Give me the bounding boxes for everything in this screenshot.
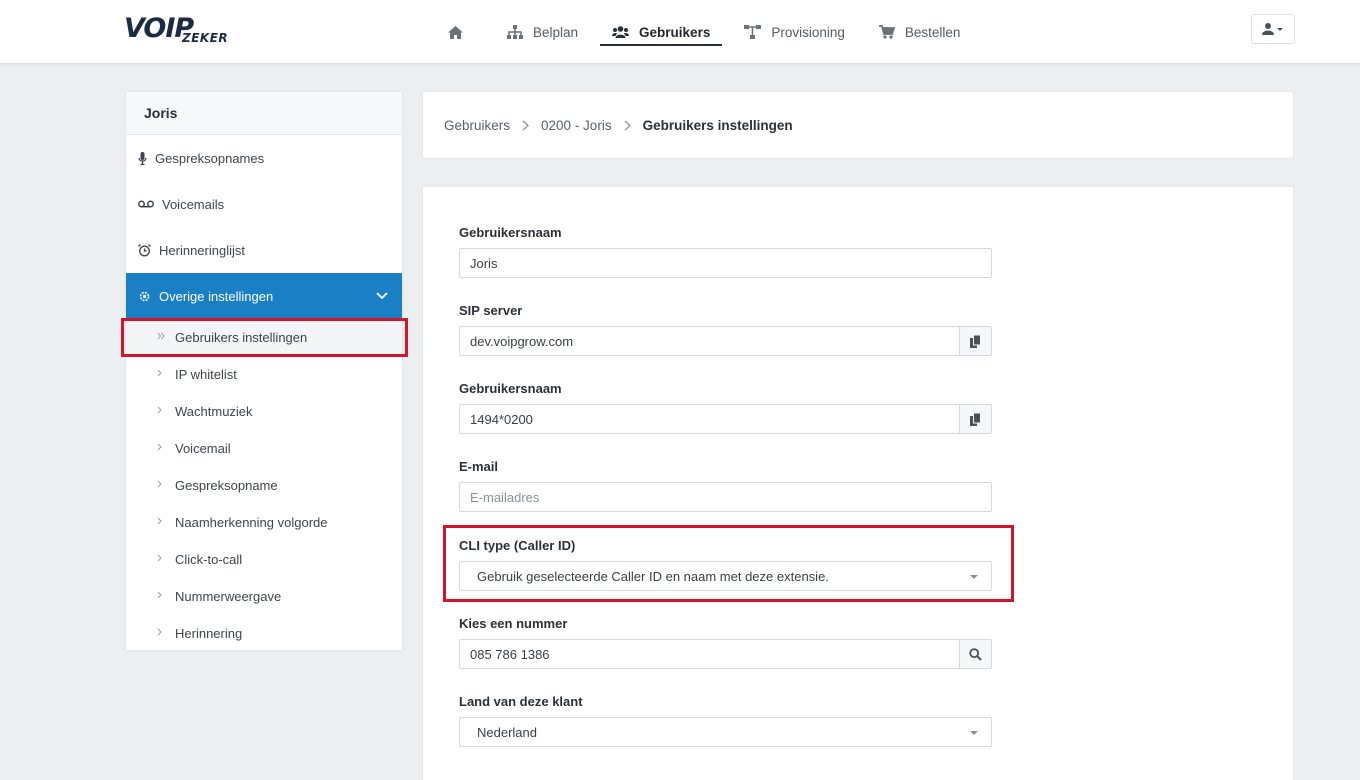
sidebar-sub-label: Gespreksopname [175, 478, 278, 493]
chevron-right-icon [624, 120, 631, 130]
nav-provisioning[interactable]: Provisioning [732, 0, 857, 64]
sitemap-icon [507, 25, 523, 39]
sidebar-sub-nummerweergave[interactable]: Nummerweergave [126, 578, 402, 615]
sidebar-sub-wachtmuziek[interactable]: Wachtmuziek [126, 393, 402, 430]
sidebar-sub-ip-whitelist[interactable]: IP whitelist [126, 356, 402, 393]
nav-belplan-label: Belplan [533, 24, 579, 40]
home-icon [448, 25, 463, 39]
breadcrumb-item-user[interactable]: 0200 - Joris [541, 118, 612, 133]
sip-username-field-group: Gebruikersnaam 1494*0200 [459, 381, 992, 434]
sidebar-sub-naamherkenning-volgorde[interactable]: Naamherkenning volgorde [126, 504, 402, 541]
username-label: Gebruikersnaam [459, 225, 562, 240]
sidebar-sub-gespreksopname[interactable]: Gespreksopname [126, 467, 402, 504]
nav-belplan[interactable]: Belplan [495, 0, 590, 64]
sidebar-sub-herinnering[interactable]: Herinnering [126, 615, 402, 652]
nav-bestellen-label: Bestellen [904, 24, 961, 40]
sidebar-item-label: Voicemails [162, 196, 225, 212]
nav-gebruikers-label: Gebruikers [639, 24, 711, 40]
copy-icon [970, 334, 981, 348]
sidebar-sub-label: Nummerweergave [175, 589, 282, 604]
sidebar-item-overige-instellingen[interactable]: Overige instellingen [126, 273, 402, 319]
chevron-right-icon [157, 517, 162, 525]
dropdown-caret-icon [970, 731, 978, 735]
sip-username-input[interactable]: 1494*0200 [459, 404, 960, 434]
breadcrumb-current: Gebruikers instellingen [642, 117, 793, 133]
gear-icon [139, 291, 150, 301]
copy-sip-server-button[interactable] [960, 326, 992, 356]
sidebar: Joris Gespreksopnames Voicemails Herinne… [125, 91, 403, 651]
sidebar-item-label: Herinneringlijst [159, 242, 245, 258]
chevron-right-icon [157, 369, 162, 377]
sidebar-sub-label: Naamherkenning volgorde [175, 515, 328, 530]
sidebar-sub-voicemail[interactable]: Voicemail [126, 430, 402, 467]
number-label: Kies een nummer [459, 616, 568, 631]
copy-sip-username-button[interactable] [960, 404, 992, 434]
copy-icon [970, 412, 981, 426]
chevron-right-icon [157, 406, 162, 414]
nav-provisioning-label: Provisioning [771, 24, 845, 40]
user-settings-form: Gebruikersnaam Joris SIP server dev.voip… [422, 186, 1294, 780]
highlight-box-sidebar [121, 318, 408, 357]
number-field-group: Kies een nummer 085 786 1386 [459, 616, 992, 669]
email-field-group: E-mail E-mailadres [459, 459, 992, 512]
country-label: Land van deze klant [459, 694, 583, 709]
sip-server-input[interactable]: dev.voipgrow.com [459, 326, 960, 356]
sidebar-sub-label: Herinnering [175, 626, 243, 641]
sidebar-item-label: Overige instellingen [159, 288, 274, 304]
breadcrumb: Gebruikers 0200 - Joris Gebruikers inste… [422, 91, 1294, 159]
number-input[interactable]: 085 786 1386 [459, 639, 960, 669]
username-field-group: Gebruikersnaam Joris [459, 225, 992, 278]
chevron-right-icon [157, 628, 162, 636]
username-input[interactable]: Joris [459, 248, 992, 278]
main-nav: Belplan Gebruikers Provisioning Bestelle… [436, 0, 982, 64]
sip-username-label: Gebruikersnaam [459, 381, 562, 396]
country-field-group: Land van deze klant Nederland [459, 694, 992, 747]
email-label: E-mail [459, 459, 499, 474]
microphone-icon [138, 151, 147, 165]
nav-bestellen[interactable]: Bestellen [867, 0, 973, 64]
voicemail-icon [138, 200, 154, 208]
sidebar-sub-label: Voicemail [175, 441, 231, 456]
chevron-right-icon [157, 554, 162, 562]
sidebar-sub-click-to-call[interactable]: Click-to-call [126, 541, 402, 578]
search-icon [969, 647, 982, 661]
nav-gebruikers[interactable]: Gebruikers [600, 0, 723, 64]
country-value: Nederland [477, 724, 537, 740]
sidebar-title: Joris [126, 92, 402, 135]
nav-home[interactable] [436, 0, 485, 64]
chevron-down-icon[interactable] [376, 292, 388, 300]
highlight-box-cli-type [443, 525, 1014, 602]
chevron-right-icon [157, 443, 162, 451]
breadcrumb-item-gebruikers[interactable]: Gebruikers [444, 118, 510, 133]
sidebar-item-herinneringlijst[interactable]: Herinneringlijst [126, 227, 402, 273]
sidebar-item-voicemails[interactable]: Voicemails [126, 181, 402, 227]
sidebar-item-gespreksopnames[interactable]: Gespreksopnames [126, 135, 402, 181]
country-select[interactable]: Nederland [459, 717, 992, 747]
chevron-right-icon [157, 480, 162, 488]
sidebar-item-label: Gespreksopnames [155, 150, 265, 166]
users-icon [612, 26, 630, 38]
logo-sub-text: ZEKER [182, 31, 229, 45]
user-menu-button[interactable] [1251, 14, 1295, 44]
user-icon [1262, 23, 1283, 35]
sip-server-label: SIP server [459, 303, 523, 318]
email-input[interactable]: E-mailadres [459, 482, 992, 512]
sidebar-sub-label: Click-to-call [175, 552, 243, 567]
sip-server-field-group: SIP server dev.voipgrow.com [459, 303, 992, 356]
cart-icon [878, 25, 895, 39]
chevron-right-icon [157, 591, 162, 599]
logo[interactable]: VOIP ZEKER [124, 14, 244, 48]
sidebar-sub-label: Wachtmuziek [175, 404, 253, 419]
alarm-clock-icon [138, 243, 151, 256]
chevron-right-icon [522, 120, 529, 130]
sidebar-sub-label: IP whitelist [175, 367, 237, 382]
top-navbar: VOIP ZEKER Belplan Gebruikers Provisioni… [0, 0, 1360, 64]
search-number-button[interactable] [960, 639, 992, 669]
network-icon [744, 25, 762, 39]
